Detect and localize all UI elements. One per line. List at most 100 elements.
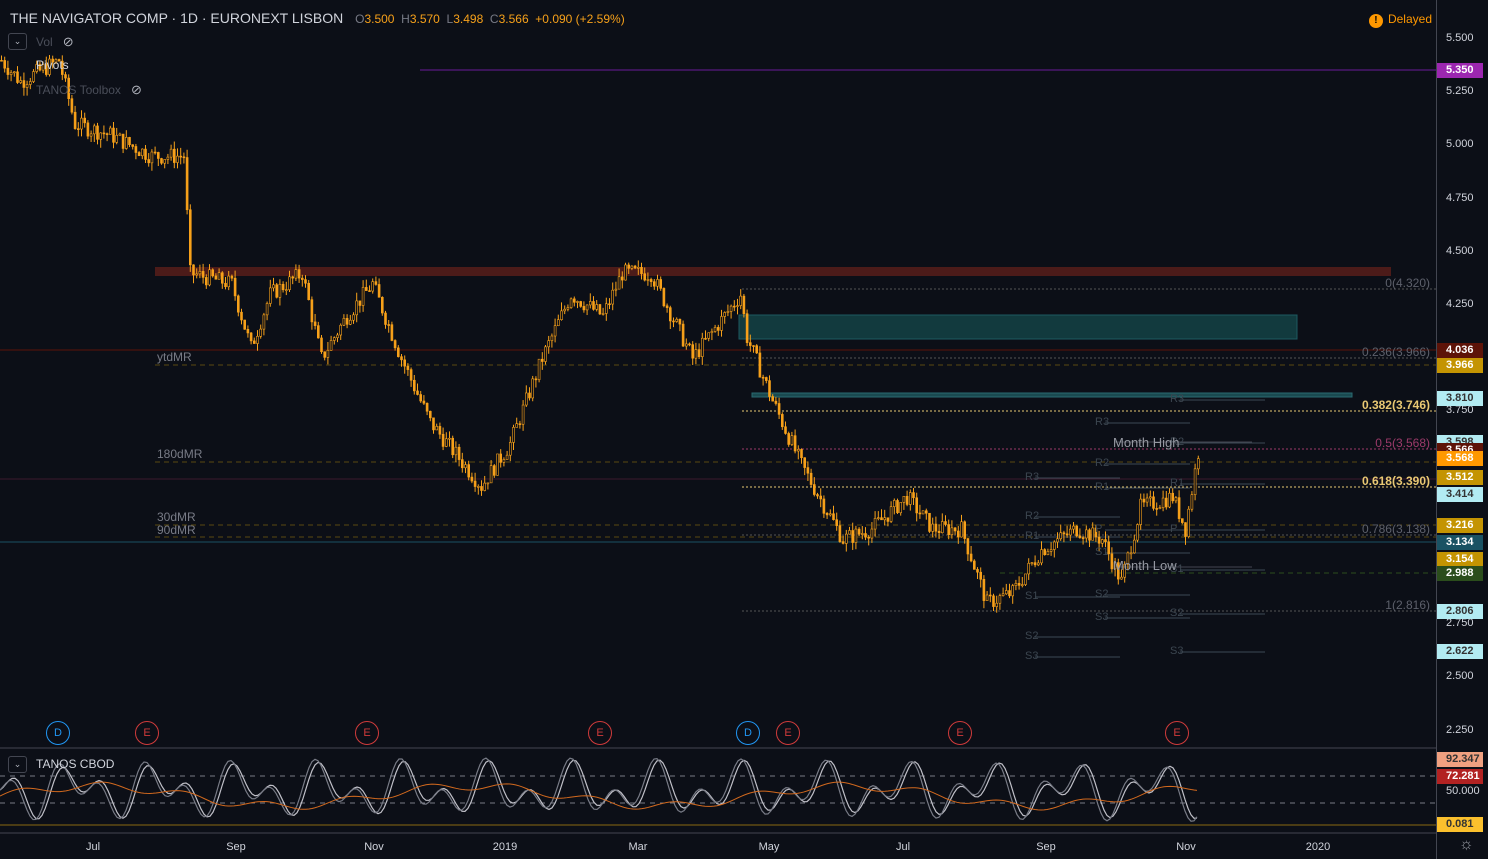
candle-body [630,265,634,269]
candle-body [528,392,531,399]
candle-body [1168,492,1171,508]
candle-body [560,310,563,320]
candle-body [969,553,973,562]
candle-body [710,331,714,334]
eye-hidden-icon[interactable]: ⊘ [131,82,142,98]
candle-body [566,307,570,310]
candle-body [1171,492,1174,502]
candle-body [473,480,477,487]
legend-pivots[interactable]: Pivots [36,58,69,72]
eye-hidden-icon[interactable]: ⊘ [63,34,74,50]
candle-body [1011,585,1015,597]
candle-body [1069,528,1072,536]
candle-body [150,151,154,164]
candle-body [681,323,685,347]
candle-body [844,533,848,544]
candle-body [534,378,538,381]
candle-body [217,272,221,280]
candle-body [918,512,922,515]
candle-body [662,288,666,307]
candle-body [153,151,157,154]
candle-body [627,264,631,269]
candle-body [246,329,250,334]
candle-body [921,510,925,515]
candle-body [838,525,842,542]
time-label: 2019 [492,841,518,853]
event-marker-E[interactable]: E [776,721,800,745]
settings-gear-icon[interactable]: ☼ [1459,836,1474,854]
candle-body [886,517,890,522]
legend-toolbox[interactable]: TANOS Toolbox ⊘ [36,82,142,98]
event-marker-D[interactable]: D [736,721,760,745]
collapse-legend-button[interactable]: ⌄ [8,33,27,50]
candle-body [1059,532,1062,540]
candle-body [780,414,784,428]
legend-vol[interactable]: Vol ⊘ [36,34,74,50]
candle-body [1193,468,1197,495]
candle-body [265,303,269,316]
candle-body [563,308,567,312]
price-chart[interactable] [0,0,1436,859]
candle-body [732,305,736,308]
osc-label: TANOS CBOD [36,757,115,771]
candle-body [1049,549,1053,552]
event-marker-E[interactable]: E [135,721,159,745]
candle-body [6,67,10,75]
candle-body [137,152,141,157]
candle-body [339,324,343,336]
pivot-label: R2 [1095,457,1110,469]
candle-body [304,279,307,284]
collapse-osc-legend-button[interactable]: ⌄ [8,756,27,773]
pivot-label: R3 [1170,393,1185,405]
price-tag: 3.810 [1437,391,1483,406]
pivot-label: R1 [1170,477,1185,489]
price-tag: 2.806 [1437,604,1483,619]
delayed-badge[interactable]: ! Delayed [1368,12,1432,28]
candle-body [953,527,957,532]
candle-body [1197,458,1200,470]
candle-body [233,277,237,297]
mr-label-30d: 30dMR [157,510,196,524]
candle-body [368,290,371,292]
candle-body [595,304,599,310]
candle-body [950,527,954,535]
legend-osc[interactable]: TANOS CBOD [36,757,114,771]
candle-body [1046,551,1050,556]
candle-body [995,602,999,607]
event-marker-E[interactable]: E [1165,721,1189,745]
candle-body [86,122,90,137]
candle-body [208,269,211,286]
candle-body [160,158,163,164]
candle-body [390,324,394,341]
event-marker-E[interactable]: E [355,721,379,745]
delayed-label: Delayed [1387,12,1432,26]
candle-body [764,377,768,381]
candle-body [832,513,835,520]
candle-body [1081,537,1085,539]
candle-body [1056,538,1059,543]
candle-body [384,312,387,325]
candle-body [592,301,595,310]
fib-label: 0.786(3.138) [1361,522,1430,536]
candle-body [761,376,765,379]
candle-body [227,275,230,288]
symbol-header: THE NAVIGATOR COMP · 1D · EURONEXT LISBO… [10,10,625,26]
candle-body [982,578,986,601]
event-marker-E[interactable]: E [948,721,972,745]
supply-zone [738,314,1298,340]
candle-body [64,74,67,79]
candle-body [1072,525,1075,530]
candle-body [649,279,653,282]
candle-body [419,394,423,402]
close-label: C [489,12,499,26]
candle-body [739,295,743,306]
candle-body [243,319,246,330]
candle-body [281,283,285,291]
fib-label: 0.382(3.746) [1361,398,1430,412]
candle-body [803,457,807,468]
price-tag: 3.134 [1437,535,1483,550]
vol-label: Vol [36,35,53,49]
event-marker-E[interactable]: E [588,721,612,745]
symbol-title[interactable]: THE NAVIGATOR COMP · 1D · EURONEXT LISBO… [10,10,343,26]
event-marker-D[interactable]: D [46,721,70,745]
